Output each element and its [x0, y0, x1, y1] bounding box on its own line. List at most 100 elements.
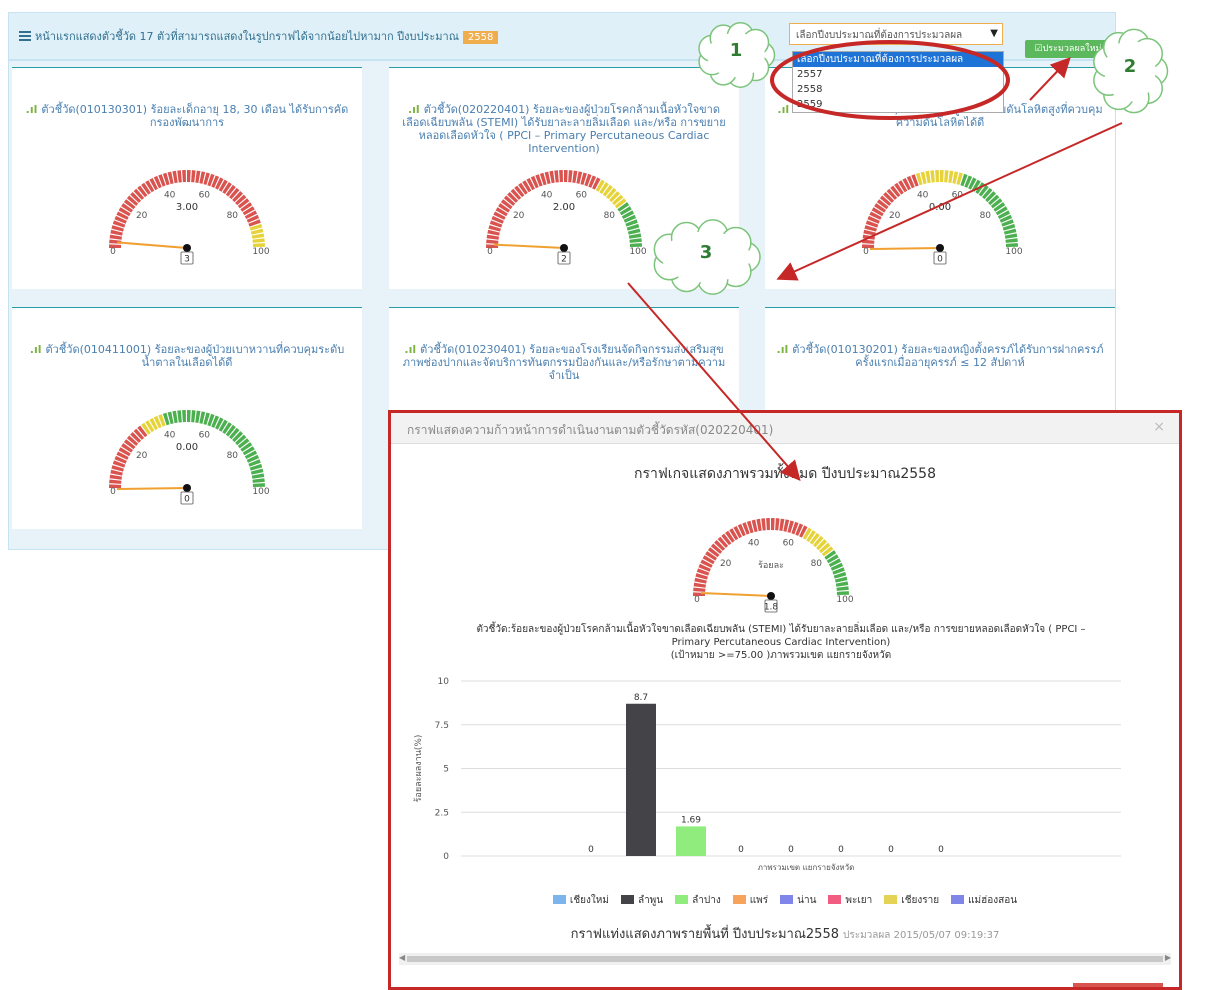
legend-swatch	[884, 895, 898, 904]
y-tick-label: 2.5	[435, 808, 449, 818]
gauge-tick-label: 100	[629, 247, 646, 257]
gauge-band-segment	[568, 170, 573, 183]
gauge-band-segment	[177, 170, 182, 183]
bar-chart-icon: .ıl	[29, 343, 42, 356]
gauge-band-segment	[930, 170, 935, 183]
indicator-card[interactable]: .ıl ตัวชี้วัด(010130301) ร้อยละเด็กอายุ 1…	[12, 67, 362, 289]
scroll-left-icon[interactable]: ◀	[399, 953, 405, 962]
gauge-tick-label: 0	[487, 247, 493, 257]
legend-item[interactable]: น่าน	[780, 893, 816, 908]
legend-item[interactable]: ลำพูน	[620, 893, 664, 908]
gauge-band-segment	[182, 410, 186, 423]
gauge-band-segment	[693, 582, 706, 588]
gauge-tick-label: 80	[227, 451, 239, 461]
indicator-card-title-text: ตัวชี้วัด(020220401) ร้อยละของผู้ป่วยโรค…	[402, 103, 726, 155]
bar-data-label: 8.7	[634, 693, 648, 703]
legend-label: ลำพูน	[637, 895, 664, 906]
page-title: หน้าแรกแสดงตัวชี้วัด 17 ตัวที่สามารถแสดง…	[19, 27, 499, 45]
legend-item[interactable]: พะเยา	[828, 893, 872, 908]
indicator-card-title-text: ตัวชี้วัด(010130301) ร้อยละเด็กอายุ 18, …	[41, 103, 349, 129]
gauge-tick-label: 60	[952, 191, 964, 201]
indicator-card[interactable]: .ıl ตัวชี้วัด(010411001) ร้อยละของผู้ป่วย…	[12, 307, 362, 529]
gauge-band-segment	[195, 170, 201, 183]
gauge-value-text: 0.00	[176, 442, 198, 453]
chevron-down-icon: ▼	[990, 28, 998, 39]
gauge-tick-label: 80	[604, 211, 616, 221]
bar-ลำปาง[interactable]	[676, 826, 706, 856]
gauge-band-segment	[862, 234, 875, 240]
horizontal-scrollbar[interactable]: ◀ ▶	[399, 953, 1171, 965]
legend-item[interactable]: เชียงราย	[884, 893, 939, 908]
year-option[interactable]: 2558	[793, 82, 1003, 97]
annotation-cloud-3: 3	[699, 242, 713, 263]
legend-swatch	[552, 895, 566, 904]
bar-data-label: 0	[838, 845, 844, 855]
gauge-readout: 1.8	[764, 603, 779, 613]
legend-label: แพร่	[749, 895, 769, 906]
bar-ลำพูน[interactable]	[626, 703, 656, 856]
year-badge: 2558	[462, 31, 499, 44]
legend-swatch	[828, 895, 842, 904]
legend-item[interactable]: เชียงใหม่	[552, 893, 609, 908]
gauge-tick-label: 0	[863, 247, 869, 257]
bar-chart-icon: .ıl	[25, 103, 38, 116]
modal-footer-button[interactable]	[1073, 983, 1163, 987]
legend-swatch	[620, 895, 634, 904]
gauge-tick-label: 80	[980, 211, 992, 221]
gauge-tick-label: 20	[720, 559, 732, 569]
annotation-cloud-2: 2	[1123, 56, 1137, 77]
chart-title-line-1: ตัวชี้วัด:ร้อยละของผู้ป่วยโรคกล้ามเนื้อห…	[476, 624, 1086, 635]
gauge-readout: 0	[937, 255, 943, 265]
annotation-cloud-1: 1	[729, 40, 743, 61]
gauge-band-segment	[554, 170, 559, 183]
gauge-tick-label: 40	[164, 191, 176, 201]
gauge-band-segment	[559, 170, 563, 183]
indicator-card[interactable]: .ıl ตัวชี้วัด(020220401) ร้อยละของผู้ป่วย…	[389, 67, 739, 289]
gauge-band-segment	[779, 518, 785, 531]
checkbox-icon: ☑	[1034, 44, 1043, 54]
gauge-tick-label: 60	[199, 431, 211, 441]
bar-data-label: 1.69	[681, 815, 701, 825]
gauge-value-text: 3.00	[176, 202, 198, 213]
gauge-band-segment	[109, 479, 122, 484]
gauge-band-segment	[191, 170, 196, 183]
legend-swatch	[951, 895, 965, 904]
gauge-needle-pivot	[936, 244, 944, 252]
modal-title: กราฟแสดงความก้าวหน้าการดำเนินงานตามตัวชี…	[407, 423, 774, 437]
gauge-band-segment	[944, 170, 949, 183]
gauge-tick-label: 100	[252, 247, 269, 257]
legend-item[interactable]: แพร่	[732, 893, 769, 908]
scroll-thumb[interactable]	[407, 956, 1163, 962]
legend-swatch	[732, 895, 746, 904]
gauge-band-segment	[766, 518, 770, 531]
indicator-card-title[interactable]: .ıl ตัวชี้วัด(020220401) ร้อยละของผู้ป่วย…	[399, 103, 729, 155]
gauge-value-text: 2.00	[553, 202, 575, 213]
indicator-card-title[interactable]: .ıl ตัวชี้วัด(010411001) ร้อยละของผู้ป่วย…	[22, 343, 352, 369]
indicator-card-title[interactable]: .ıl ตัวชี้วัด(010130201) ร้อยละของหญิงตั้…	[775, 343, 1105, 369]
legend-item[interactable]: แม่ฮ่องสอน	[951, 893, 1017, 908]
year-dropdown-list[interactable]: เลือกปีงบประมาณที่ต้องการประมวลผล 2557 255…	[792, 51, 1004, 113]
indicator-card-title-text: ตัวชี้วัด(010230401) ร้อยละของโรงเรียนจั…	[402, 343, 726, 382]
indicator-card-title[interactable]: .ıl ตัวชี้วัด(010130301) ร้อยละเด็กอายุ 1…	[22, 103, 352, 129]
gauge-needle-pivot	[767, 592, 775, 600]
gauge-band-segment	[182, 170, 186, 183]
year-option[interactable]: 2557	[793, 67, 1003, 82]
gauge-band-segment	[629, 238, 642, 243]
process-button[interactable]: ☑ประมวลผลใหม่	[1025, 40, 1111, 58]
gauge-band-segment	[252, 478, 265, 483]
gauge-tick-label: 40	[917, 191, 929, 201]
close-icon[interactable]: ×	[1153, 419, 1165, 435]
year-select[interactable]: เลือกปีงบประมาณที่ต้องการประมวลผล ▼	[789, 23, 1003, 45]
legend-item[interactable]: ลำปาง	[675, 893, 721, 908]
year-select-value: เลือกปีงบประมาณที่ต้องการประมวลผล	[796, 30, 963, 41]
chart-legend: เชียงใหม่ ลำพูน ลำปาง แพร่ น่าน พะเยา เชียงราย…	[391, 893, 1179, 908]
gauge-tick-label: 80	[227, 211, 239, 221]
year-option[interactable]: 2559	[793, 97, 1003, 112]
list-icon	[19, 31, 31, 41]
scroll-right-icon[interactable]: ▶	[1165, 953, 1171, 962]
indicator-detail-modal: กราฟแสดงความก้าวหน้าการดำเนินงานตามตัวชี…	[388, 410, 1182, 990]
chart-title-line-3: (เป้าหมาย >=75.00 )ภาพรวมเขต แยกรายจังหว…	[670, 650, 892, 661]
modal-gauge-title: กราฟเกจแสดงภาพรวมทั้งหมด ปีงบประมาณ2558	[634, 466, 936, 482]
indicator-card-title[interactable]: .ıl ตัวชี้วัด(010230401) ร้อยละของโรงเรีย…	[399, 343, 729, 382]
year-option[interactable]: เลือกปีงบประมาณที่ต้องการประมวลผล	[793, 52, 1003, 67]
